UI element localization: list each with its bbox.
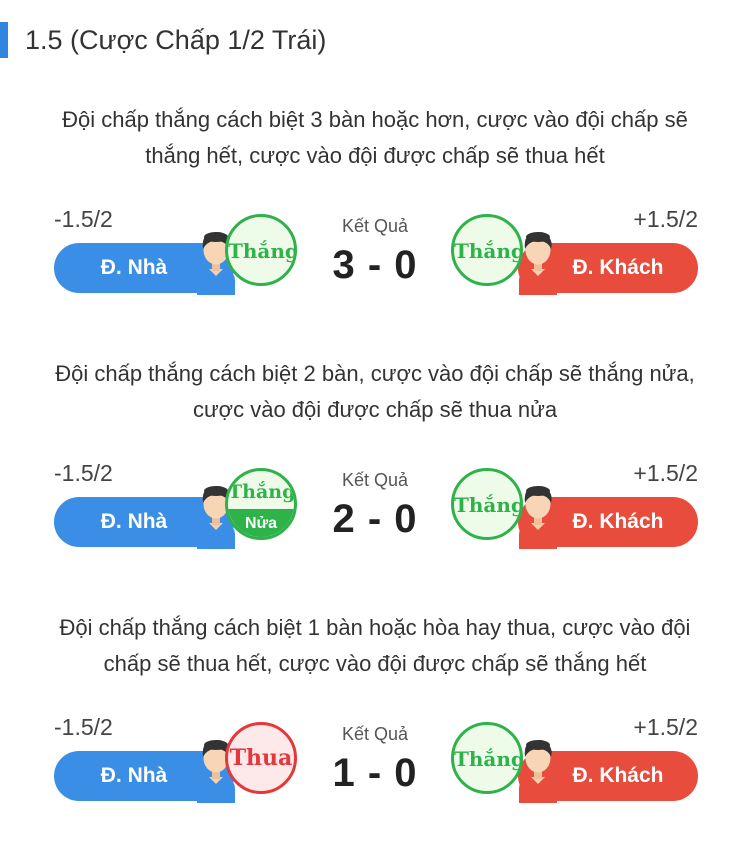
home-outcome-badge: Thắng: [225, 214, 297, 286]
scenario-card: Đội chấp thắng cách biệt 2 bàn, cược vào…: [0, 356, 750, 586]
home-handicap: -1.5/2: [54, 460, 113, 486]
away-outcome-badge: Thắng: [451, 214, 523, 286]
home-team-label: Đ. Nhà: [100, 256, 168, 279]
away-outcome-badge: Thắng: [451, 722, 523, 794]
scenario-description: Đội chấp thắng cách biệt 3 bàn hoặc hơn,…: [62, 107, 688, 168]
result-label: Kết Quả: [341, 470, 409, 490]
result-label: Kết Quả: [341, 216, 409, 236]
home-team-label: Đ. Nhà: [100, 510, 168, 533]
home-handicap: -1.5/2: [54, 206, 113, 232]
away-handicap: +1.5/2: [633, 206, 698, 232]
away-player-icon: [516, 733, 560, 803]
home-outcome-text: Thắng: [228, 481, 296, 503]
section-title: 1.5 (Cược Chấp 1/2 Trái): [25, 25, 327, 55]
result-label: Kết Quả: [341, 724, 409, 744]
accent-bar: [0, 22, 8, 58]
away-team-label: Đ. Khách: [572, 510, 664, 533]
away-player-icon: [516, 225, 560, 295]
home-handicap: -1.5/2: [54, 714, 113, 740]
home-team-label: Đ. Nhà: [100, 764, 168, 787]
away-team-label: Đ. Khách: [572, 764, 664, 787]
away-outcome-badge: Thắng: [451, 468, 523, 540]
home-outcome-text: Thắng: [228, 239, 297, 263]
away-handicap: +1.5/2: [633, 714, 698, 740]
match-score: 2 - 0: [332, 497, 418, 541]
scenario-description: Đội chấp thắng cách biệt 2 bàn, cược vào…: [55, 361, 695, 422]
away-outcome-text: Thắng: [454, 239, 523, 263]
home-outcome-badge: Thắng Nửa: [225, 468, 297, 540]
section-header: 1.5 (Cược Chấp 1/2 Trái): [0, 22, 750, 58]
scenario-card: Đội chấp thắng cách biệt 3 bàn hoặc hơn,…: [0, 102, 750, 332]
match-score: 3 - 0: [332, 243, 418, 287]
scenario-card: Đội chấp thắng cách biệt 1 bàn hoặc hòa …: [0, 610, 750, 840]
away-outcome-text: Thắng: [454, 493, 523, 517]
away-player-icon: [516, 479, 560, 549]
scenario-description: Đội chấp thắng cách biệt 1 bàn hoặc hòa …: [59, 615, 691, 676]
home-outcome-badge: Thua: [225, 722, 297, 794]
match-score: 1 - 0: [332, 751, 418, 795]
home-outcome-subtext: Nửa: [244, 515, 278, 532]
away-outcome-text: Thắng: [454, 747, 523, 771]
away-team-label: Đ. Khách: [572, 256, 664, 279]
home-outcome-text: Thua: [229, 745, 293, 771]
away-handicap: +1.5/2: [633, 460, 698, 486]
